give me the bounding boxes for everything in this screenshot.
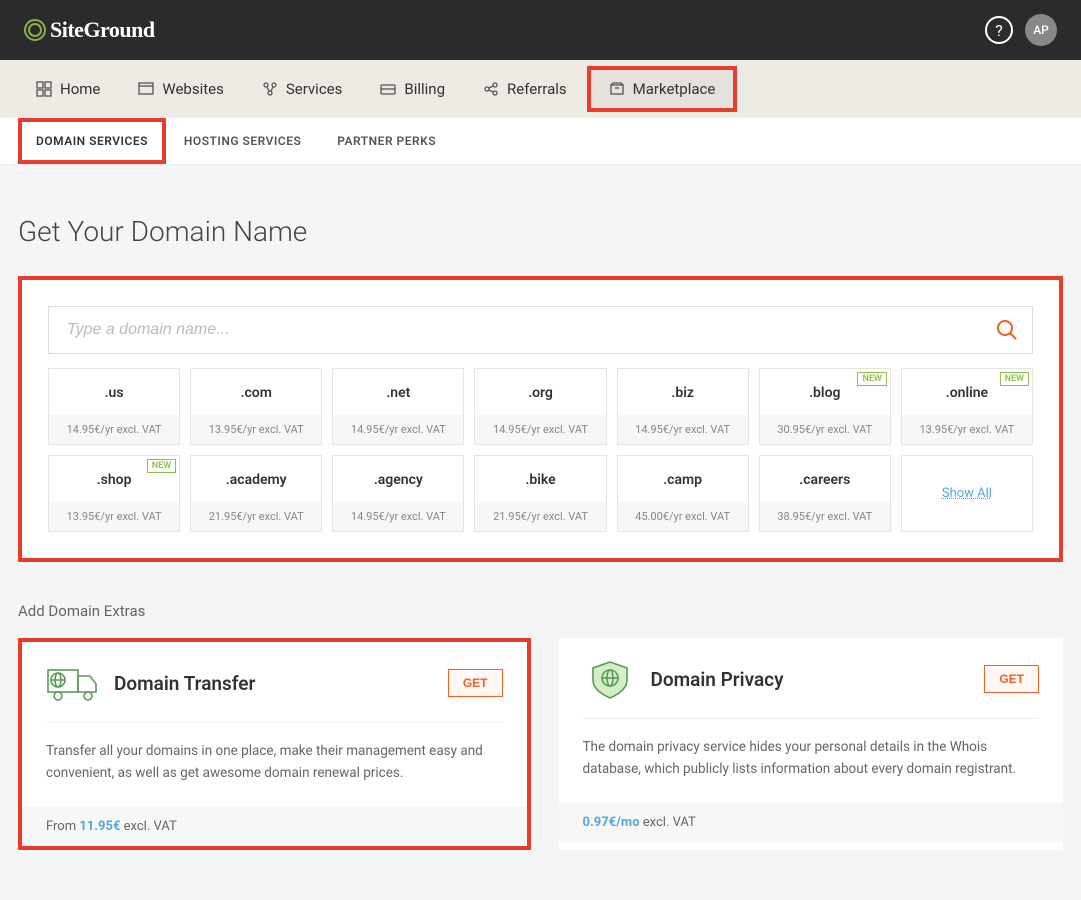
- extras-row: Domain Transfer GET Transfer all your doma…: [18, 638, 1063, 850]
- extra-card: Domain Transfer GET Transfer all your doma…: [18, 638, 531, 850]
- tld-price: 21.95€/yr excl. VAT: [475, 502, 605, 531]
- page-title: Get Your Domain Name: [18, 215, 1063, 248]
- sub-nav-item[interactable]: PARTNER PERKS: [319, 118, 454, 164]
- tld-price: 14.95€/yr excl. VAT: [49, 415, 179, 444]
- extra-footer: From 11.95€ excl. VAT: [22, 807, 527, 846]
- nav-label: Services: [286, 80, 343, 98]
- nav-icon: [138, 81, 154, 97]
- logo-text: SiteGround: [50, 17, 155, 43]
- tld-price: 14.95€/yr excl. VAT: [618, 415, 748, 444]
- top-header: SiteGround ? AP: [0, 0, 1081, 60]
- extra-title: Domain Privacy: [651, 668, 971, 691]
- content: Get Your Domain Name .us14.95€/yr excl. …: [0, 165, 1081, 880]
- tld-card[interactable]: .biz14.95€/yr excl. VAT: [617, 368, 749, 445]
- tld-card[interactable]: .org14.95€/yr excl. VAT: [474, 368, 606, 445]
- new-badge: NEW: [147, 459, 176, 473]
- tld-price: 21.95€/yr excl. VAT: [191, 502, 321, 531]
- tld-price: 13.95€/yr excl. VAT: [902, 415, 1032, 444]
- get-button[interactable]: GET: [984, 665, 1039, 693]
- extra-price: 0.97€/mo: [583, 815, 640, 830]
- tld-price: 45.00€/yr excl. VAT: [618, 502, 748, 531]
- tld-price: 13.95€/yr excl. VAT: [191, 415, 321, 444]
- tld-card[interactable]: .us14.95€/yr excl. VAT: [48, 368, 180, 445]
- sub-nav: DOMAIN SERVICESHOSTING SERVICESPARTNER P…: [0, 118, 1081, 165]
- nav-icon: [262, 81, 278, 97]
- nav-icon: [36, 81, 52, 97]
- nav-icon: [483, 81, 499, 97]
- extras-section-title: Add Domain Extras: [18, 602, 1063, 620]
- tld-card[interactable]: .camp45.00€/yr excl. VAT: [617, 455, 749, 532]
- show-all-card[interactable]: Show All: [901, 455, 1033, 532]
- tld-name: .agency: [333, 456, 463, 502]
- tld-name: .biz: [618, 369, 748, 415]
- tld-price: 13.95€/yr excl. VAT: [49, 502, 179, 531]
- nav-icon: [609, 81, 625, 97]
- tld-price: 14.95€/yr excl. VAT: [333, 415, 463, 444]
- nav-item-billing[interactable]: Billing: [362, 70, 463, 108]
- logo-icon: [24, 19, 46, 41]
- header-right: ? AP: [985, 14, 1057, 46]
- nav-label: Websites: [162, 80, 223, 98]
- tld-name: .com: [191, 369, 321, 415]
- tld-card[interactable]: NEW.shop13.95€/yr excl. VAT: [48, 455, 180, 532]
- get-button[interactable]: GET: [448, 669, 503, 697]
- extra-header: Domain Transfer GET: [46, 662, 503, 723]
- sub-nav-item[interactable]: DOMAIN SERVICES: [18, 118, 166, 164]
- extra-footer: 0.97€/mo excl. VAT: [559, 803, 1064, 842]
- tld-price: 30.95€/yr excl. VAT: [760, 415, 890, 444]
- tld-name: .careers: [760, 456, 890, 502]
- tld-name: .org: [475, 369, 605, 415]
- tld-price: 38.95€/yr excl. VAT: [760, 502, 890, 531]
- domain-search-input[interactable]: [49, 321, 982, 339]
- tld-card[interactable]: .bike21.95€/yr excl. VAT: [474, 455, 606, 532]
- tld-card[interactable]: .com13.95€/yr excl. VAT: [190, 368, 322, 445]
- extra-icon: [46, 662, 100, 704]
- tld-card[interactable]: NEW.blog30.95€/yr excl. VAT: [759, 368, 891, 445]
- nav-item-home[interactable]: Home: [18, 70, 118, 108]
- tld-name: .net: [333, 369, 463, 415]
- sub-nav-item[interactable]: HOSTING SERVICES: [166, 118, 319, 164]
- tld-card[interactable]: .agency14.95€/yr excl. VAT: [332, 455, 464, 532]
- tld-price: 14.95€/yr excl. VAT: [475, 415, 605, 444]
- tld-price: 14.95€/yr excl. VAT: [333, 502, 463, 531]
- tld-name: .bike: [475, 456, 605, 502]
- logo[interactable]: SiteGround: [24, 17, 155, 43]
- nav-item-marketplace[interactable]: Marketplace: [587, 66, 738, 112]
- nav-label: Marketplace: [633, 80, 716, 98]
- nav-item-referrals[interactable]: Referrals: [465, 70, 585, 108]
- new-badge: NEW: [857, 372, 886, 386]
- extra-price: 11.95€: [79, 819, 120, 834]
- search-button[interactable]: [982, 306, 1032, 354]
- tld-card[interactable]: NEW.online13.95€/yr excl. VAT: [901, 368, 1033, 445]
- search-box: [48, 306, 1033, 354]
- tld-card[interactable]: .careers38.95€/yr excl. VAT: [759, 455, 891, 532]
- nav-item-services[interactable]: Services: [244, 70, 361, 108]
- tld-name: .us: [49, 369, 179, 415]
- extra-header: Domain Privacy GET: [583, 658, 1040, 719]
- tld-card[interactable]: .net14.95€/yr excl. VAT: [332, 368, 464, 445]
- tld-card[interactable]: .academy21.95€/yr excl. VAT: [190, 455, 322, 532]
- nav-label: Billing: [404, 80, 445, 98]
- tld-name: .camp: [618, 456, 748, 502]
- tld-name: .academy: [191, 456, 321, 502]
- search-icon: [995, 318, 1019, 342]
- domain-search-card: .us14.95€/yr excl. VAT.com13.95€/yr excl…: [18, 276, 1063, 562]
- extra-desc: Transfer all your domains in one place, …: [46, 741, 503, 785]
- nav-icon: [380, 81, 396, 97]
- show-all-link[interactable]: Show All: [942, 486, 992, 501]
- extra-icon: [583, 658, 637, 700]
- tld-grid: .us14.95€/yr excl. VAT.com13.95€/yr excl…: [48, 368, 1033, 532]
- extra-desc: The domain privacy service hides your pe…: [583, 737, 1040, 781]
- main-nav: Home Websites Services Billing Referrals Mark…: [0, 60, 1081, 118]
- extra-card: Domain Privacy GET The domain privacy serv…: [559, 638, 1064, 850]
- nav-label: Home: [60, 80, 100, 98]
- nav-item-websites[interactable]: Websites: [120, 70, 241, 108]
- nav-label: Referrals: [507, 80, 567, 98]
- help-icon[interactable]: ?: [985, 16, 1013, 44]
- avatar[interactable]: AP: [1025, 14, 1057, 46]
- new-badge: NEW: [1000, 372, 1029, 386]
- extra-title: Domain Transfer: [114, 672, 434, 695]
